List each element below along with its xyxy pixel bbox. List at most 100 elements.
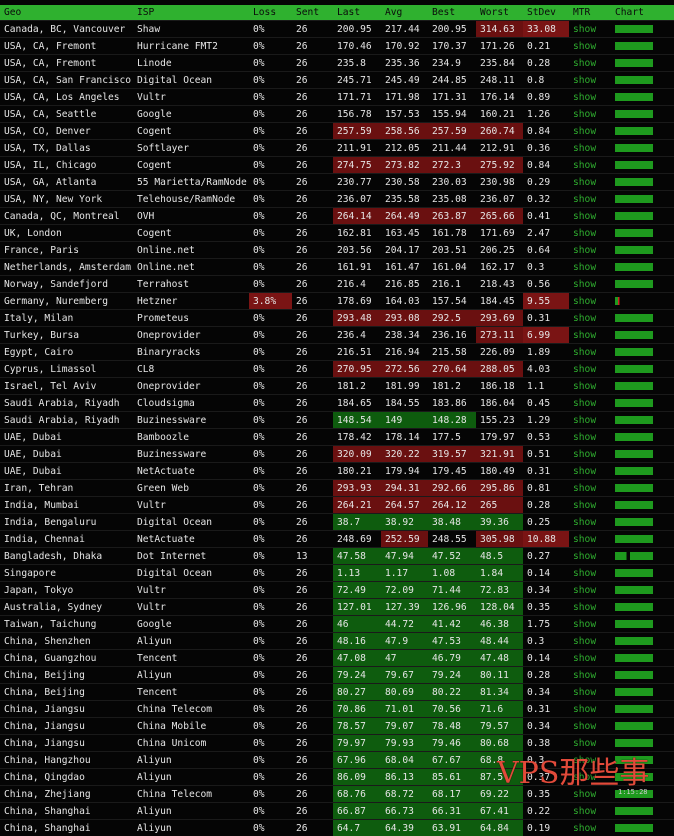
mtr-show-link[interactable]: show xyxy=(569,616,611,633)
latency-sparkline[interactable] xyxy=(615,59,653,67)
mtr-show-link[interactable]: show xyxy=(569,123,611,140)
col-header-geo[interactable]: Geo xyxy=(0,5,133,21)
mtr-show-link[interactable]: show xyxy=(569,650,611,667)
latency-sparkline[interactable] xyxy=(615,246,653,254)
mtr-show-link[interactable]: show xyxy=(569,293,611,310)
mtr-show-link[interactable]: show xyxy=(569,735,611,752)
latency-sparkline[interactable] xyxy=(615,535,653,543)
mtr-show-link[interactable]: show xyxy=(569,684,611,701)
mtr-show-link[interactable]: show xyxy=(569,89,611,106)
col-header-avg[interactable]: Avg xyxy=(381,5,428,21)
mtr-show-link[interactable]: show xyxy=(569,463,611,480)
mtr-show-link[interactable]: show xyxy=(569,174,611,191)
latency-sparkline[interactable] xyxy=(615,569,653,577)
latency-sparkline[interactable] xyxy=(615,739,653,747)
mtr-show-link[interactable]: show xyxy=(569,667,611,684)
col-header-last[interactable]: Last xyxy=(333,5,381,21)
mtr-show-link[interactable]: show xyxy=(569,582,611,599)
mtr-show-link[interactable]: show xyxy=(569,769,611,786)
latency-sparkline[interactable] xyxy=(615,229,653,237)
latency-sparkline[interactable] xyxy=(615,705,653,713)
latency-sparkline[interactable] xyxy=(615,688,653,696)
mtr-show-link[interactable]: show xyxy=(569,106,611,123)
mtr-show-link[interactable]: show xyxy=(569,548,611,565)
mtr-show-link[interactable]: show xyxy=(569,718,611,735)
mtr-show-link[interactable]: show xyxy=(569,786,611,803)
mtr-show-link[interactable]: show xyxy=(569,480,611,497)
latency-sparkline[interactable] xyxy=(615,314,653,322)
latency-sparkline[interactable] xyxy=(615,416,653,424)
latency-sparkline[interactable] xyxy=(615,110,653,118)
latency-sparkline[interactable] xyxy=(615,756,653,764)
latency-sparkline[interactable] xyxy=(615,450,653,458)
mtr-show-link[interactable]: show xyxy=(569,208,611,225)
latency-sparkline[interactable] xyxy=(615,348,653,356)
latency-sparkline[interactable] xyxy=(615,25,653,33)
col-header-mtr[interactable]: MTR xyxy=(569,5,611,21)
mtr-show-link[interactable]: show xyxy=(569,38,611,55)
latency-sparkline[interactable] xyxy=(615,671,653,679)
mtr-show-link[interactable]: show xyxy=(569,242,611,259)
mtr-show-link[interactable]: show xyxy=(569,803,611,820)
mtr-show-link[interactable]: show xyxy=(569,412,611,429)
col-header-loss[interactable]: Loss xyxy=(249,5,292,21)
latency-sparkline[interactable] xyxy=(615,824,653,832)
latency-sparkline[interactable] xyxy=(615,195,653,203)
latency-sparkline[interactable] xyxy=(615,501,653,509)
latency-sparkline[interactable] xyxy=(615,518,653,526)
latency-sparkline[interactable] xyxy=(615,773,653,781)
latency-sparkline[interactable] xyxy=(615,331,653,339)
mtr-show-link[interactable]: show xyxy=(569,531,611,548)
mtr-show-link[interactable]: show xyxy=(569,599,611,616)
col-header-worst[interactable]: Worst xyxy=(476,5,523,21)
latency-sparkline[interactable] xyxy=(615,552,653,560)
latency-sparkline[interactable] xyxy=(615,144,653,152)
latency-sparkline[interactable] xyxy=(615,76,653,84)
mtr-show-link[interactable]: show xyxy=(569,565,611,582)
latency-sparkline[interactable] xyxy=(615,637,653,645)
mtr-show-link[interactable]: show xyxy=(569,225,611,242)
mtr-show-link[interactable]: show xyxy=(569,429,611,446)
mtr-show-link[interactable]: show xyxy=(569,344,611,361)
latency-sparkline[interactable] xyxy=(615,620,653,628)
mtr-show-link[interactable]: show xyxy=(569,514,611,531)
mtr-show-link[interactable]: show xyxy=(569,378,611,395)
latency-sparkline[interactable] xyxy=(615,212,653,220)
mtr-show-link[interactable]: show xyxy=(569,140,611,157)
mtr-show-link[interactable]: show xyxy=(569,497,611,514)
col-header-best[interactable]: Best xyxy=(428,5,476,21)
col-header-isp[interactable]: ISP xyxy=(133,5,249,21)
mtr-show-link[interactable]: show xyxy=(569,310,611,327)
mtr-show-link[interactable]: show xyxy=(569,820,611,836)
latency-sparkline[interactable] xyxy=(615,93,653,101)
mtr-show-link[interactable]: show xyxy=(569,72,611,89)
latency-sparkline[interactable] xyxy=(615,399,653,407)
mtr-show-link[interactable]: show xyxy=(569,191,611,208)
latency-sparkline[interactable] xyxy=(615,807,653,815)
col-header-chart[interactable]: Chart xyxy=(611,5,674,21)
latency-sparkline[interactable] xyxy=(615,433,653,441)
latency-sparkline[interactable] xyxy=(615,382,653,390)
latency-sparkline[interactable] xyxy=(615,263,653,271)
latency-sparkline[interactable] xyxy=(615,654,653,662)
latency-sparkline[interactable] xyxy=(615,178,653,186)
col-header-stdev[interactable]: StDev xyxy=(523,5,569,21)
latency-sparkline[interactable] xyxy=(615,722,653,730)
mtr-show-link[interactable]: show xyxy=(569,276,611,293)
col-header-sent[interactable]: Sent xyxy=(292,5,333,21)
mtr-show-link[interactable]: show xyxy=(569,701,611,718)
mtr-show-link[interactable]: show xyxy=(569,55,611,72)
mtr-show-link[interactable]: show xyxy=(569,21,611,38)
mtr-show-link[interactable]: show xyxy=(569,327,611,344)
latency-sparkline[interactable] xyxy=(615,467,653,475)
latency-sparkline[interactable] xyxy=(615,127,653,135)
latency-sparkline[interactable] xyxy=(615,42,653,50)
mtr-show-link[interactable]: show xyxy=(569,633,611,650)
mtr-show-link[interactable]: show xyxy=(569,395,611,412)
mtr-show-link[interactable]: show xyxy=(569,157,611,174)
latency-sparkline[interactable] xyxy=(615,603,653,611)
mtr-show-link[interactable]: show xyxy=(569,259,611,276)
latency-sparkline[interactable] xyxy=(615,586,653,594)
latency-sparkline[interactable] xyxy=(615,161,653,169)
mtr-show-link[interactable]: show xyxy=(569,361,611,378)
